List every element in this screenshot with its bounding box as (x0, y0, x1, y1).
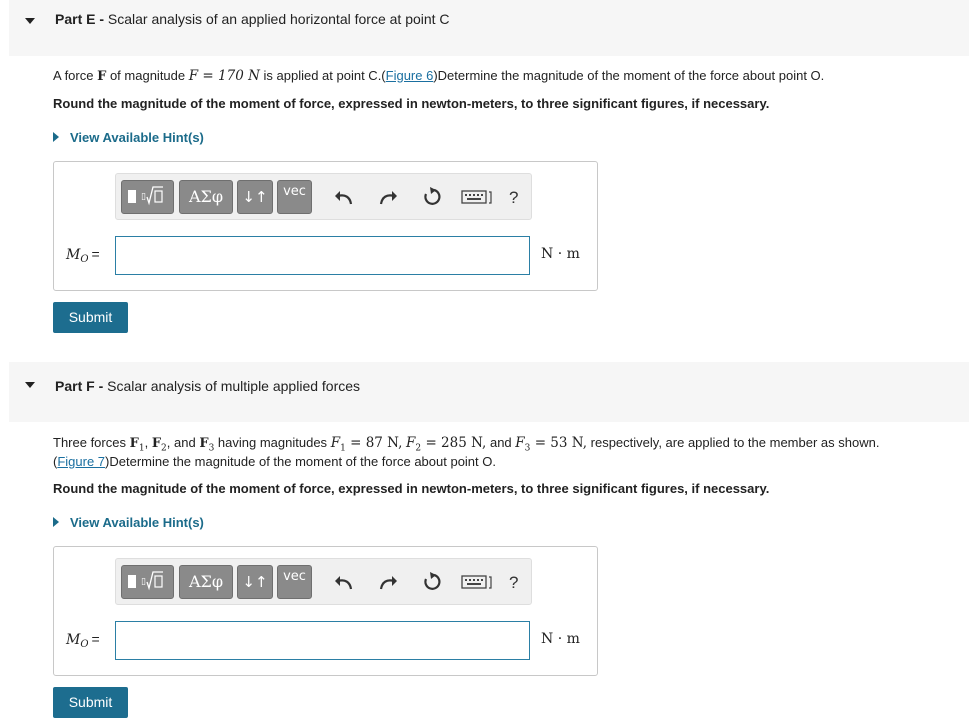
unit-label: N · m (541, 631, 580, 647)
question-text: )Determine the magnitude of the moment o… (105, 454, 496, 469)
undo-icon[interactable] (333, 571, 355, 593)
reset-icon[interactable] (421, 571, 443, 593)
answer-label-symbol: M (66, 632, 81, 648)
templates-button[interactable]: ▯ (121, 565, 174, 599)
templates-icon: ▯ (127, 571, 163, 591)
force-symbol: F (129, 436, 139, 451)
math-toolbar: ▯ ΑΣφ ↓↑ vec ? (115, 558, 532, 605)
question-text: having magnitudes (217, 435, 328, 450)
vector-button[interactable]: vec (277, 565, 312, 599)
magnitude-f2: F2 = 285 N, (406, 435, 487, 454)
part-e-header[interactable]: Part E - Scalar analysis of an applied h… (9, 0, 969, 56)
templates-button[interactable]: ▯ (121, 180, 174, 214)
redo-icon[interactable] (377, 571, 399, 593)
answer-label: MO = (66, 246, 100, 265)
math-toolbar: ▯ ΑΣφ ↓↑ vec ? (115, 173, 532, 220)
vector-button[interactable]: vec (277, 180, 312, 214)
expand-triangle-icon (53, 517, 59, 527)
part-f-header[interactable]: Part F - Scalar analysis of multiple app… (9, 362, 969, 422)
part-f-submit-button[interactable]: Submit (53, 687, 128, 718)
question-text: is applied at point C.( (263, 68, 386, 83)
help-button[interactable]: ? (509, 188, 518, 208)
part-e-label: Part E - (55, 11, 105, 27)
hint-label: View Available Hint(s) (70, 515, 204, 530)
answer-input[interactable] (115, 236, 530, 275)
magnitude-value: = 87 N, (350, 435, 403, 451)
force-f1: F1 (129, 436, 145, 454)
part-e-instruction: Round the magnitude of the moment of for… (53, 96, 770, 111)
unit-label: N · m (541, 246, 580, 262)
force-symbol: F (199, 436, 209, 451)
undo-icon[interactable] (333, 186, 355, 208)
magnitude-value: = 285 N, (425, 435, 487, 451)
force-f3: F3 (199, 436, 214, 454)
templates-icon: ▯ (127, 186, 163, 206)
magnitude-f1: F1 = 87 N, (330, 435, 403, 454)
part-f-title-text: Scalar analysis of multiple applied forc… (107, 378, 361, 394)
magnitude-symbol: F (515, 435, 525, 451)
question-text: and (489, 435, 512, 450)
answer-label-equals: = (91, 631, 100, 647)
greek-symbols-button[interactable]: ΑΣφ (179, 565, 233, 599)
collapse-caret-icon[interactable] (25, 382, 35, 388)
expand-triangle-icon (53, 132, 59, 142)
question-text: )Determine the magnitude of the moment o… (433, 68, 825, 83)
question-text: , and (166, 435, 196, 450)
figure-link[interactable]: Figure 6 (386, 68, 434, 83)
greek-symbols-button[interactable]: ΑΣφ (179, 180, 233, 214)
arrows-button[interactable]: ↓↑ (237, 180, 273, 214)
part-e-question: A force F of magnitude F = 170 N is appl… (53, 66, 824, 86)
svg-text:▯: ▯ (141, 192, 146, 202)
hint-label: View Available Hint(s) (70, 130, 204, 145)
magnitude-value: F = 170 N (188, 68, 260, 84)
question-text: A force (53, 68, 94, 83)
part-f-instruction: Round the magnitude of the moment of for… (53, 481, 770, 496)
magnitude-symbol: F (406, 435, 416, 451)
answer-label-subscript: O (80, 254, 89, 265)
answer-label-subscript: O (80, 639, 89, 650)
force-f2: F2 (151, 436, 167, 454)
answer-label: MO = (66, 631, 100, 650)
redo-icon[interactable] (377, 186, 399, 208)
magnitude-f3: F3 = 53 N, (515, 435, 588, 454)
part-f-answer-box: ▯ ΑΣφ ↓↑ vec ? MO = N · m (53, 546, 598, 676)
answer-input[interactable] (115, 621, 530, 660)
question-text: of magnitude (109, 68, 186, 83)
part-e-hint-toggle[interactable]: View Available Hint(s) (53, 130, 204, 145)
magnitude-symbol: F (330, 435, 341, 451)
answer-label-equals: = (91, 246, 100, 262)
reset-icon[interactable] (421, 186, 443, 208)
part-f-title: Part F - Scalar analysis of multiple app… (55, 378, 360, 394)
part-e-submit-button[interactable]: Submit (53, 302, 128, 333)
magnitude-subscript: 3 (524, 443, 531, 454)
question-text: respectively, are applied to the member … (590, 435, 880, 450)
answer-label-symbol: M (66, 247, 81, 263)
keyboard-icon[interactable] (461, 188, 493, 206)
part-e-title: Part E - Scalar analysis of an applied h… (55, 11, 450, 27)
magnitude-value: = 53 N, (534, 435, 588, 451)
part-e-title-text: Scalar analysis of an applied horizontal… (107, 11, 450, 27)
part-f-label: Part F - (55, 378, 104, 394)
force-symbol: F (151, 436, 162, 451)
keyboard-icon[interactable] (461, 573, 493, 591)
figure-link[interactable]: Figure 7 (57, 454, 105, 469)
arrows-button[interactable]: ↓↑ (237, 565, 273, 599)
force-symbol: F (97, 69, 107, 84)
collapse-caret-icon[interactable] (25, 18, 35, 24)
svg-text:▯: ▯ (141, 577, 146, 587)
question-text: Three forces (53, 435, 126, 450)
part-f-question-line2: (Figure 7)Determine the magnitude of the… (53, 452, 496, 471)
part-f-hint-toggle[interactable]: View Available Hint(s) (53, 515, 204, 530)
help-button[interactable]: ? (509, 573, 518, 593)
part-e-answer-box: ▯ ΑΣφ ↓↑ vec ? MO = N · m (53, 161, 598, 291)
